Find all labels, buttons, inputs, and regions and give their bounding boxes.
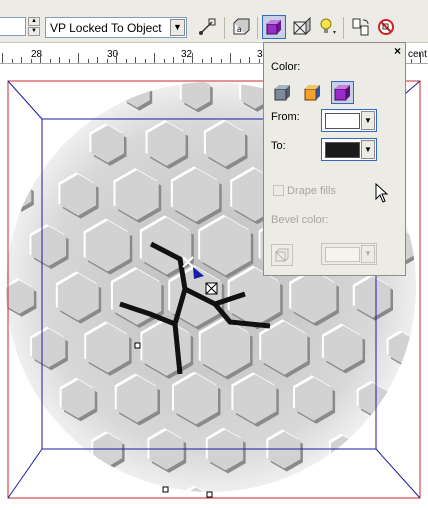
- vanishing-point-tool-icon[interactable]: [195, 15, 219, 39]
- ruler-tick: [154, 53, 155, 63]
- ruler-tick: [2, 53, 3, 63]
- depth-input[interactable]: [0, 17, 26, 36]
- ruler-tick: [68, 59, 70, 63]
- spin-down-icon[interactable]: ▼: [28, 27, 40, 36]
- chevron-down-icon[interactable]: ▼: [361, 140, 375, 159]
- ruler-tick: [144, 59, 146, 63]
- to-color-picker[interactable]: ▼: [321, 138, 377, 161]
- ruler-tick: [97, 57, 98, 63]
- ruler-tick: [201, 59, 203, 63]
- ruler-tick: [59, 57, 60, 63]
- solid-fill-icon: [304, 85, 320, 101]
- vanishing-point-tool-svg: [199, 18, 216, 35]
- drape-fills-label: Drape fills: [287, 185, 336, 197]
- to-color-swatch: [325, 142, 360, 158]
- ruler-tick: [135, 57, 136, 63]
- bevel-object-fill-icon: [275, 248, 289, 262]
- ruler-tick: [220, 59, 222, 63]
- from-label: From:: [271, 111, 300, 123]
- drape-fills-checkbox[interactable]: [273, 185, 284, 196]
- use-object-fill-button[interactable]: [271, 81, 294, 104]
- selection-handle: [206, 491, 213, 498]
- svg-text:a: a: [237, 25, 242, 34]
- extrude-color-icon[interactable]: [262, 15, 286, 39]
- extrude-rotation-icon[interactable]: [349, 15, 373, 39]
- shade-fill-button[interactable]: [331, 81, 354, 104]
- ruler-tick: [163, 59, 165, 63]
- ruler-tick: [249, 57, 250, 63]
- bevel-use-object-button[interactable]: [271, 244, 293, 266]
- ruler-tick: [30, 59, 32, 63]
- extrude-color-panel: × Color: From: ▼ To: ▼ Drape fills Bevel: [263, 42, 406, 276]
- ruler-tick: [78, 53, 79, 63]
- bevel-color-label: Bevel color:: [271, 214, 329, 226]
- bevel-color-swatch: [325, 247, 360, 262]
- chevron-down-icon[interactable]: ▼: [361, 245, 375, 263]
- from-color-swatch: [325, 113, 360, 129]
- separator: [224, 17, 225, 39]
- ruler-tick: [11, 59, 13, 63]
- ruler-tick: [192, 53, 193, 63]
- ruler-tick: [230, 53, 231, 63]
- ruler-tick: [173, 57, 174, 63]
- separator: [257, 17, 258, 39]
- selection-handle: [134, 342, 141, 349]
- ruler-tick: [420, 53, 421, 63]
- use-object-fill-icon: [274, 85, 290, 101]
- ruler-tick: [87, 59, 89, 63]
- shade-fill-icon: [334, 85, 350, 101]
- bevel-color-picker[interactable]: ▼: [321, 243, 377, 265]
- ruler-tick: [49, 59, 51, 63]
- property-bar: ▲ ▼ VP Locked To Object ▼ a: [0, 0, 428, 43]
- ruler-tick: [182, 59, 184, 63]
- extrude-bevel-icon[interactable]: [290, 15, 314, 39]
- ruler-tick: [106, 59, 108, 63]
- mouse-cursor-icon: [375, 183, 389, 203]
- solid-fill-button[interactable]: [301, 81, 324, 104]
- ruler-tick: [410, 59, 412, 63]
- close-icon[interactable]: ×: [394, 44, 401, 58]
- from-color-picker[interactable]: ▼: [321, 109, 377, 132]
- to-label: To:: [271, 140, 286, 152]
- spin-up-icon[interactable]: ▲: [28, 17, 40, 26]
- vanishing-point-value: VP Locked To Object: [50, 21, 162, 35]
- ruler-tick: [125, 59, 127, 63]
- chevron-down-icon[interactable]: ▼: [170, 19, 185, 36]
- color-title: Color:: [271, 61, 301, 73]
- ruler-tick: [116, 53, 117, 63]
- ruler-tick: [211, 57, 212, 63]
- clear-extrude-icon[interactable]: [374, 15, 398, 39]
- copy-extrude-icon[interactable]: a: [229, 15, 253, 39]
- ruler-tick: [21, 57, 22, 63]
- ruler-tick: [40, 53, 41, 63]
- ruler-tick: [258, 59, 260, 63]
- ruler-tick: [239, 59, 241, 63]
- vanishing-point-dropdown[interactable]: VP Locked To Object ▼: [45, 17, 187, 38]
- chevron-down-icon[interactable]: ▼: [361, 111, 375, 130]
- separator: [343, 17, 344, 39]
- selection-handle: [162, 486, 169, 493]
- extrude-lighting-icon[interactable]: [315, 15, 339, 39]
